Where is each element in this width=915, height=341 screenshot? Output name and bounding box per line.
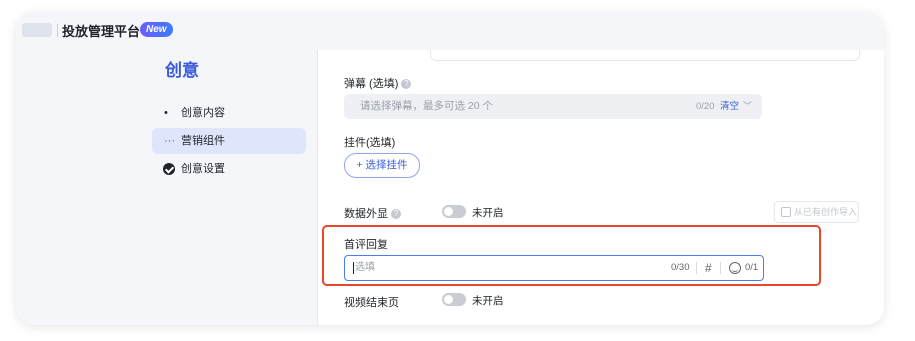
check-circle-icon <box>163 163 175 175</box>
header-divider <box>57 24 58 37</box>
ellipsis-icon: ··· <box>164 135 175 147</box>
form-panel: 弹幕 (选填)? 请选择弹幕，最多可选 20 个 0/20 清空 ﹀ 挂件(选填… <box>317 50 884 325</box>
danmu-placeholder: 请选择弹幕，最多可选 20 个 <box>360 100 494 112</box>
sidebar-item-label: 创意设置 <box>181 163 225 175</box>
sidebar-item-marketing-components[interactable]: ··· 营销组件 <box>152 128 306 154</box>
dot-icon: • <box>164 107 168 119</box>
end-page-toggle[interactable] <box>442 293 466 306</box>
danmu-clear-link[interactable]: 清空 <box>720 94 739 119</box>
hashtag-icon[interactable]: # <box>705 256 712 280</box>
danmu-count: 0/20 <box>696 101 715 112</box>
import-icon <box>781 207 791 217</box>
end-page-label: 视频结束页 <box>344 297 399 309</box>
sidebar-item-creative-settings[interactable]: 创意设置 <box>152 156 306 182</box>
danmu-select[interactable]: 请选择弹幕，最多可选 20 个 0/20 清空 ﹀ <box>344 94 762 119</box>
sidebar-item-creative-content[interactable]: • 创意内容 <box>152 100 306 126</box>
danmu-label: 弹幕 (选填)? <box>344 75 412 91</box>
top-header: 投放管理平台 New <box>16 12 884 50</box>
first-comment-count: 0/30 <box>671 262 690 273</box>
logo <box>22 23 52 37</box>
divider <box>720 262 721 274</box>
end-page-toggle-text: 未开启 <box>472 295 504 307</box>
app-title: 投放管理平台 <box>62 24 141 39</box>
new-badge: New <box>140 22 173 37</box>
data-display-label-text: 数据外显 <box>344 208 388 220</box>
divider <box>696 262 697 274</box>
first-comment-label: 首评回复 <box>344 239 388 251</box>
pendant-label: 挂件(选填) <box>344 137 396 149</box>
danmu-label-text: 弹幕 (选填) <box>344 78 399 90</box>
chevron-down-icon[interactable]: ﹀ <box>743 94 752 119</box>
app-window: 投放管理平台 New 创意 • 创意内容 ··· 营销组件 创意设置 弹幕 (选… <box>16 12 884 325</box>
data-display-toggle[interactable] <box>442 205 466 218</box>
help-icon[interactable]: ? <box>401 79 412 90</box>
sidebar-item-label: 营销组件 <box>181 135 225 147</box>
data-display-toggle-text: 未开启 <box>472 207 504 219</box>
import-button-label: 从已有创作导入 <box>794 207 858 217</box>
emoji-count: 0/1 <box>745 262 759 273</box>
sidebar-item-label: 创意内容 <box>181 107 225 119</box>
data-display-label: 数据外显? <box>344 205 401 221</box>
first-comment-input[interactable]: 选填 0/30 # 0/1 <box>344 255 764 281</box>
import-from-existing-button[interactable]: 从已有创作导入 <box>774 201 859 223</box>
first-comment-placeholder: 选填 <box>355 262 375 273</box>
sidebar: 创意 • 创意内容 ··· 营销组件 创意设置 <box>16 50 316 325</box>
text-cursor <box>353 262 354 274</box>
help-icon[interactable]: ? <box>391 209 401 220</box>
previous-field[interactable] <box>430 50 860 61</box>
select-pendant-button[interactable]: + 选择挂件 <box>344 153 420 178</box>
sidebar-title: 创意 <box>165 61 199 80</box>
emoji-icon[interactable] <box>729 262 741 274</box>
